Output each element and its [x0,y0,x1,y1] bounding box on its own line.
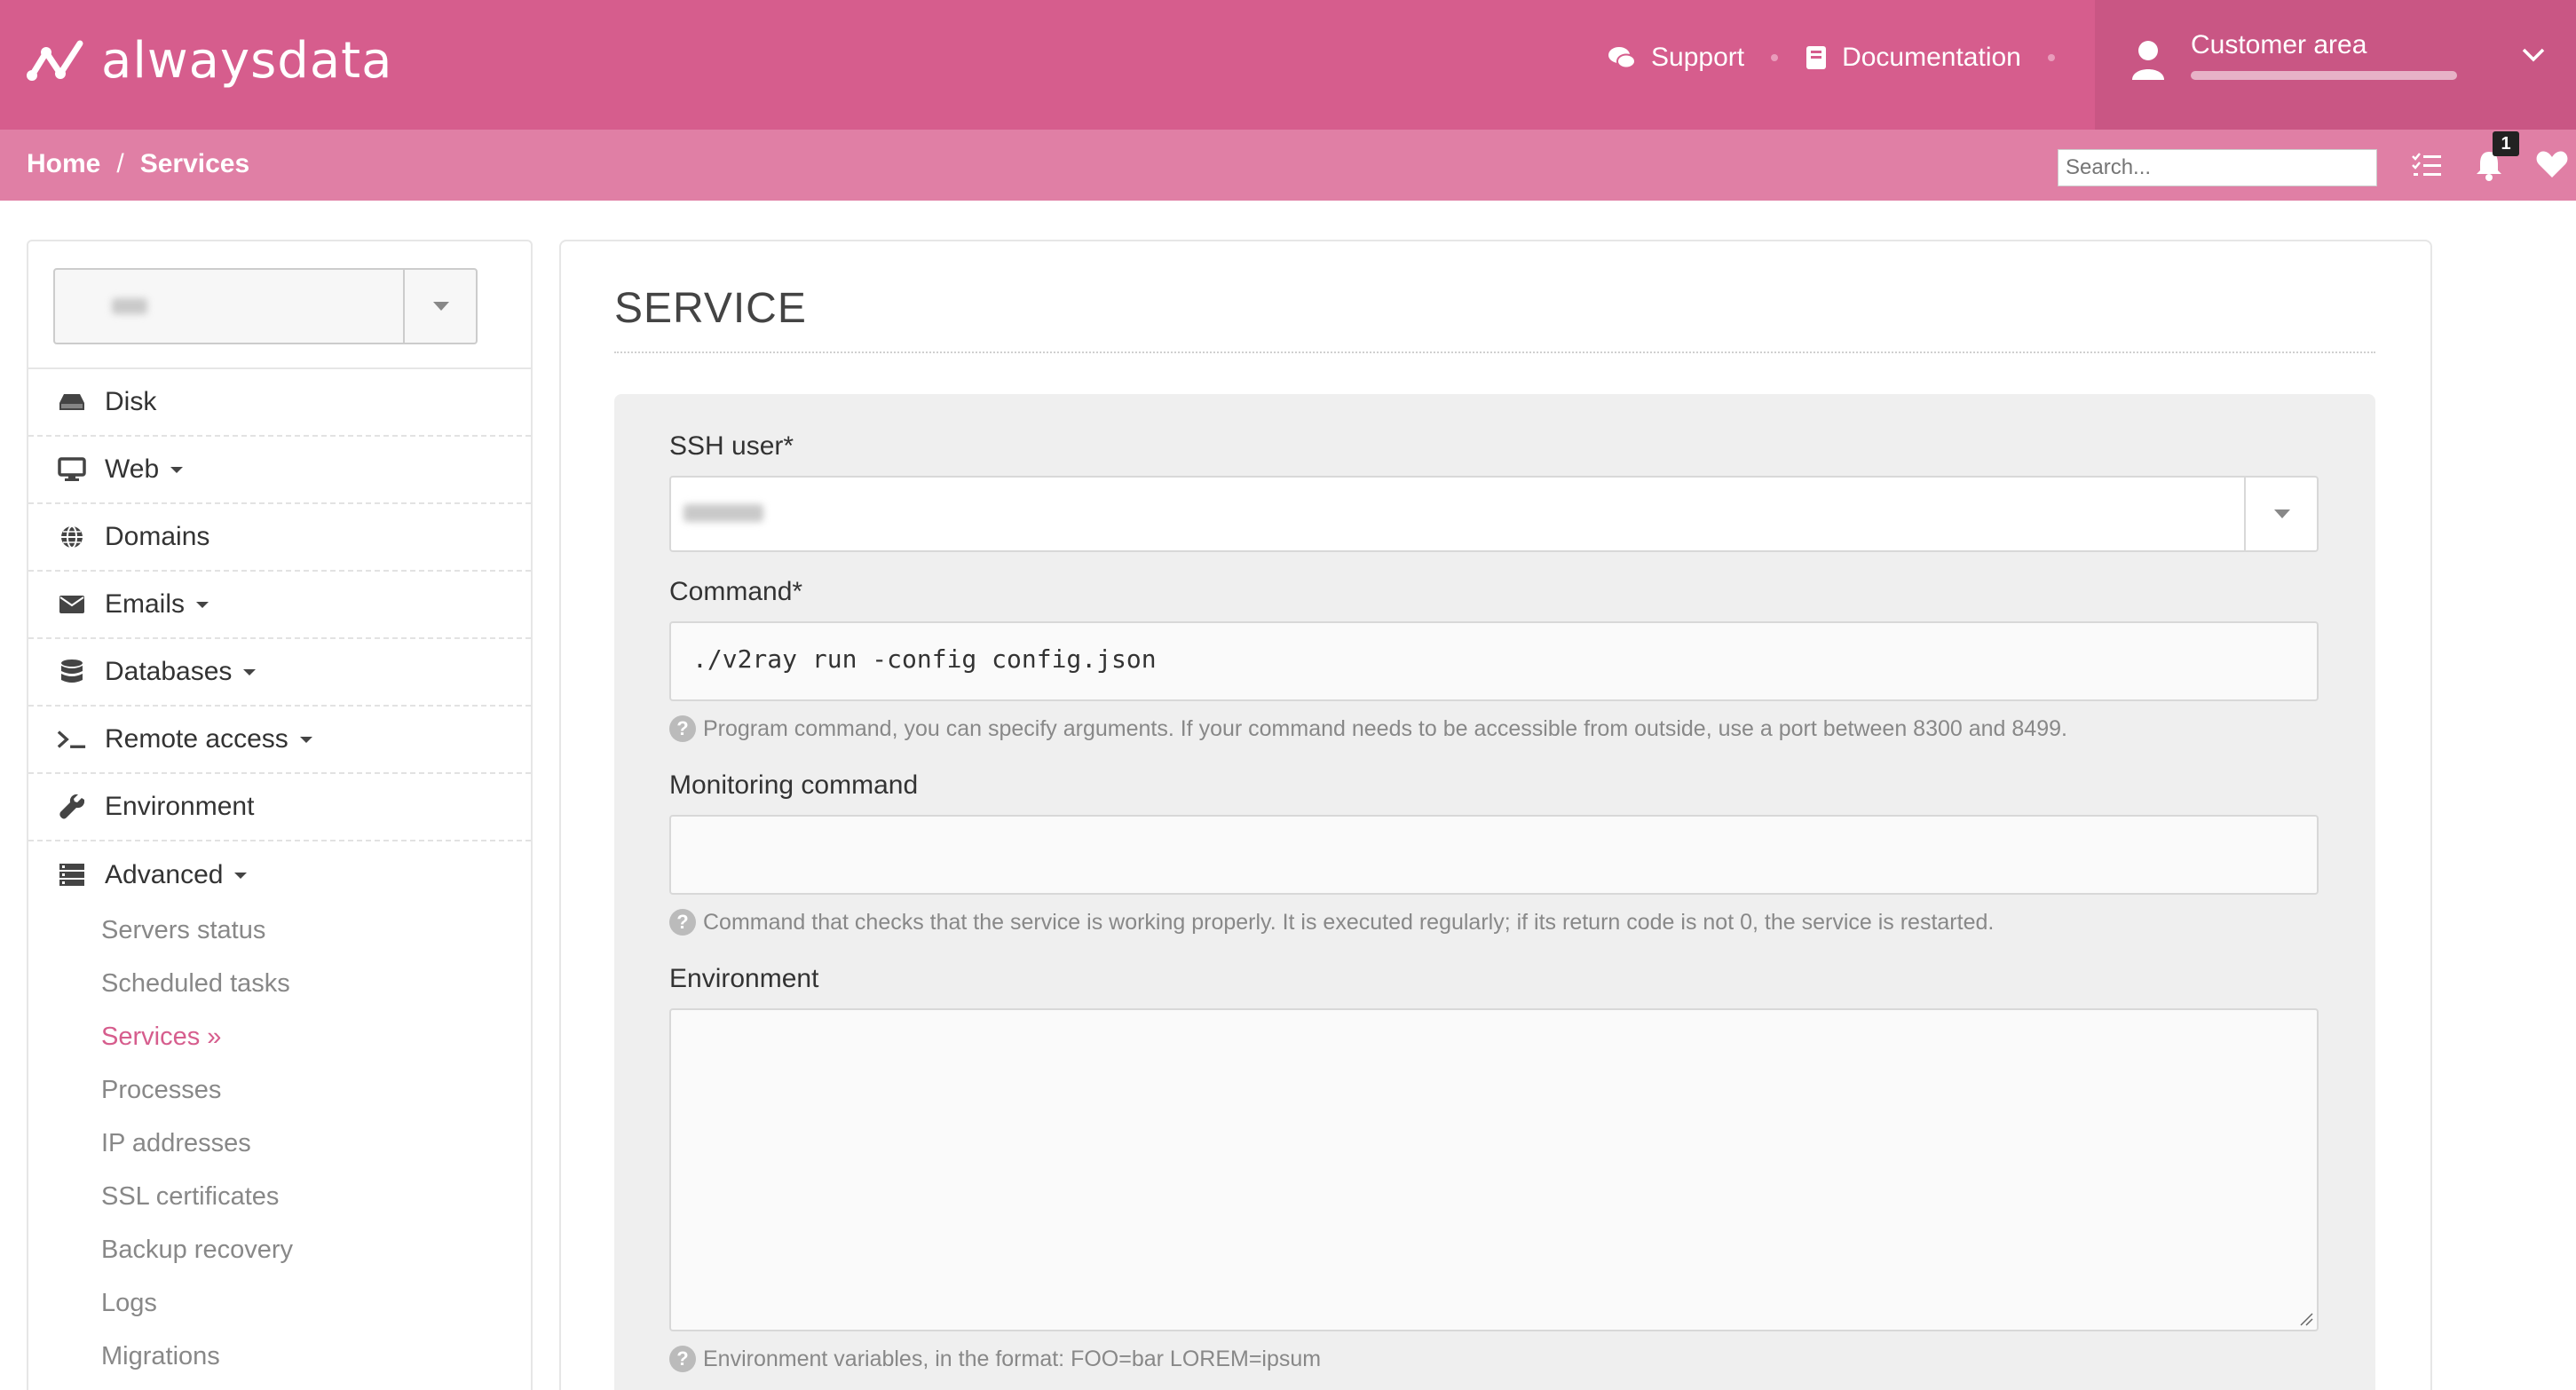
sidebar-item-label: Environment [105,792,255,821]
sidebar-item-label: Web [105,454,160,484]
account-select-toggle[interactable] [403,270,476,343]
brand-name: alwaysdata [101,32,393,90]
sidebar-item-label: Advanced [105,860,224,889]
sidebar-item-domains[interactable]: Domains [28,504,531,572]
caret-down-icon [170,467,184,473]
service-form: SSH user* Command* ./v2ray run -config c… [614,394,2375,1390]
heart-icon[interactable] [2535,149,2569,179]
customer-area-menu[interactable]: Customer area [2095,0,2576,130]
page-title: SERVICE [614,285,807,332]
command-help-text: Program command, you can specify argumen… [703,715,2067,741]
breadcrumb-bar: Home / Services [0,130,2576,201]
documentation-link[interactable]: Documentation [1805,43,2021,73]
user-avatar-icon [2132,41,2164,80]
sidebar-item-environment[interactable]: Environment [28,774,531,841]
disk-icon [59,394,84,410]
account-name-redacted [112,298,147,314]
resize-handle-icon[interactable] [2299,1312,2313,1326]
submenu-servers-status[interactable]: Servers status [101,916,265,945]
ssh-user-select-toggle[interactable] [2244,478,2317,550]
breadcrumb-separator: / [116,149,124,178]
brand-logo[interactable]: alwaysdata [25,32,392,90]
ssh-user-redacted [684,504,763,522]
breadcrumb-current[interactable]: Services [140,149,249,179]
environment-label: Environment [669,964,819,993]
caret-down-icon [243,669,257,675]
envelope-icon [59,596,84,613]
submenu-ip-addresses[interactable]: IP addresses [101,1129,251,1158]
sidebar-item-remote-access[interactable]: Remote access [28,707,531,774]
customer-name-redacted [2191,71,2457,80]
wrench-icon [59,794,84,819]
monitor-icon [58,457,86,481]
command-label: Command* [669,577,803,606]
alwaysdata-logo-icon [27,40,83,81]
top-links: Support Documentation [1607,43,2082,73]
title-divider [614,351,2375,353]
task-list-icon[interactable] [2411,149,2443,181]
sidebar-item-databases[interactable]: Databases [28,639,531,707]
chat-bubbles-icon [1608,47,1636,69]
ssh-user-select[interactable] [669,476,2319,552]
customer-area-label: Customer area [2191,30,2367,59]
book-icon [1806,46,1827,69]
top-header: alwaysdata Support Documentation Custome… [0,0,2576,130]
sidebar-item-label: Databases [105,657,233,686]
sidebar-item-web[interactable]: Web [28,437,531,504]
chevron-down-icon [2522,48,2545,62]
sidebar-item-label: Emails [105,589,186,619]
caret-down-icon [299,737,312,743]
database-icon [61,659,83,683]
environment-help: ? Environment variables, in the format: … [669,1346,1321,1372]
main-panel: SERVICE SSH user* Command* ./v2ray run -… [559,240,2432,1390]
submenu-processes[interactable]: Processes [101,1076,221,1105]
link-separator-dot [2047,54,2055,61]
caret-down-icon [234,873,248,879]
breadcrumb: Home / Services [27,149,249,179]
support-label: Support [1651,43,1745,72]
globe-icon [61,525,83,549]
server-icon [59,864,84,886]
search-input[interactable] [2058,149,2377,186]
ssh-user-label: SSH user* [669,431,794,461]
documentation-label: Documentation [1842,43,2021,72]
sidebar: Disk Web Domains Emails Databases Remote… [27,240,533,1390]
notification-count-badge: 1 [2493,131,2519,156]
submenu-ssl-certificates[interactable]: SSL certificates [101,1182,279,1212]
support-link[interactable]: Support [1607,43,1744,73]
caret-down-icon [433,302,449,311]
link-separator-dot [1771,54,1779,61]
breadcrumb-home-link[interactable]: Home [27,149,100,179]
terminal-icon [57,731,86,748]
sidebar-item-label: Remote access [105,724,288,754]
help-icon: ? [669,715,696,742]
monitoring-command-help: ? Command that checks that the service i… [669,909,1994,936]
submenu-scheduled-tasks[interactable]: Scheduled tasks [101,969,290,999]
monitoring-command-label: Monitoring command [669,770,919,800]
environment-help-text: Environment variables, in the format: FO… [703,1346,1322,1371]
sidebar-item-emails[interactable]: Emails [28,572,531,639]
monitoring-command-help-text: Command that checks that the service is … [703,909,1995,935]
help-icon: ? [669,909,696,936]
environment-textarea[interactable] [669,1008,2319,1331]
submenu-backup-recovery[interactable]: Backup recovery [101,1236,293,1265]
submenu-migrations[interactable]: Migrations [101,1342,220,1371]
sidebar-item-advanced[interactable]: Advanced [28,841,531,909]
account-select[interactable] [53,268,478,344]
sidebar-item-label: Disk [105,387,157,416]
submenu-logs[interactable]: Logs [101,1289,157,1318]
sidebar-item-label: Domains [105,522,210,551]
sidebar-item-disk[interactable]: Disk [28,369,531,437]
command-help: ? Program command, you can specify argum… [669,715,2067,742]
caret-down-icon [2274,509,2290,518]
caret-down-icon [196,602,209,608]
submenu-services[interactable]: Services » [101,1023,221,1052]
monitoring-command-input[interactable] [669,815,2319,895]
command-value: ./v2ray run -config config.json [692,644,1157,674]
help-icon: ? [669,1346,696,1372]
command-input[interactable]: ./v2ray run -config config.json [669,621,2319,701]
